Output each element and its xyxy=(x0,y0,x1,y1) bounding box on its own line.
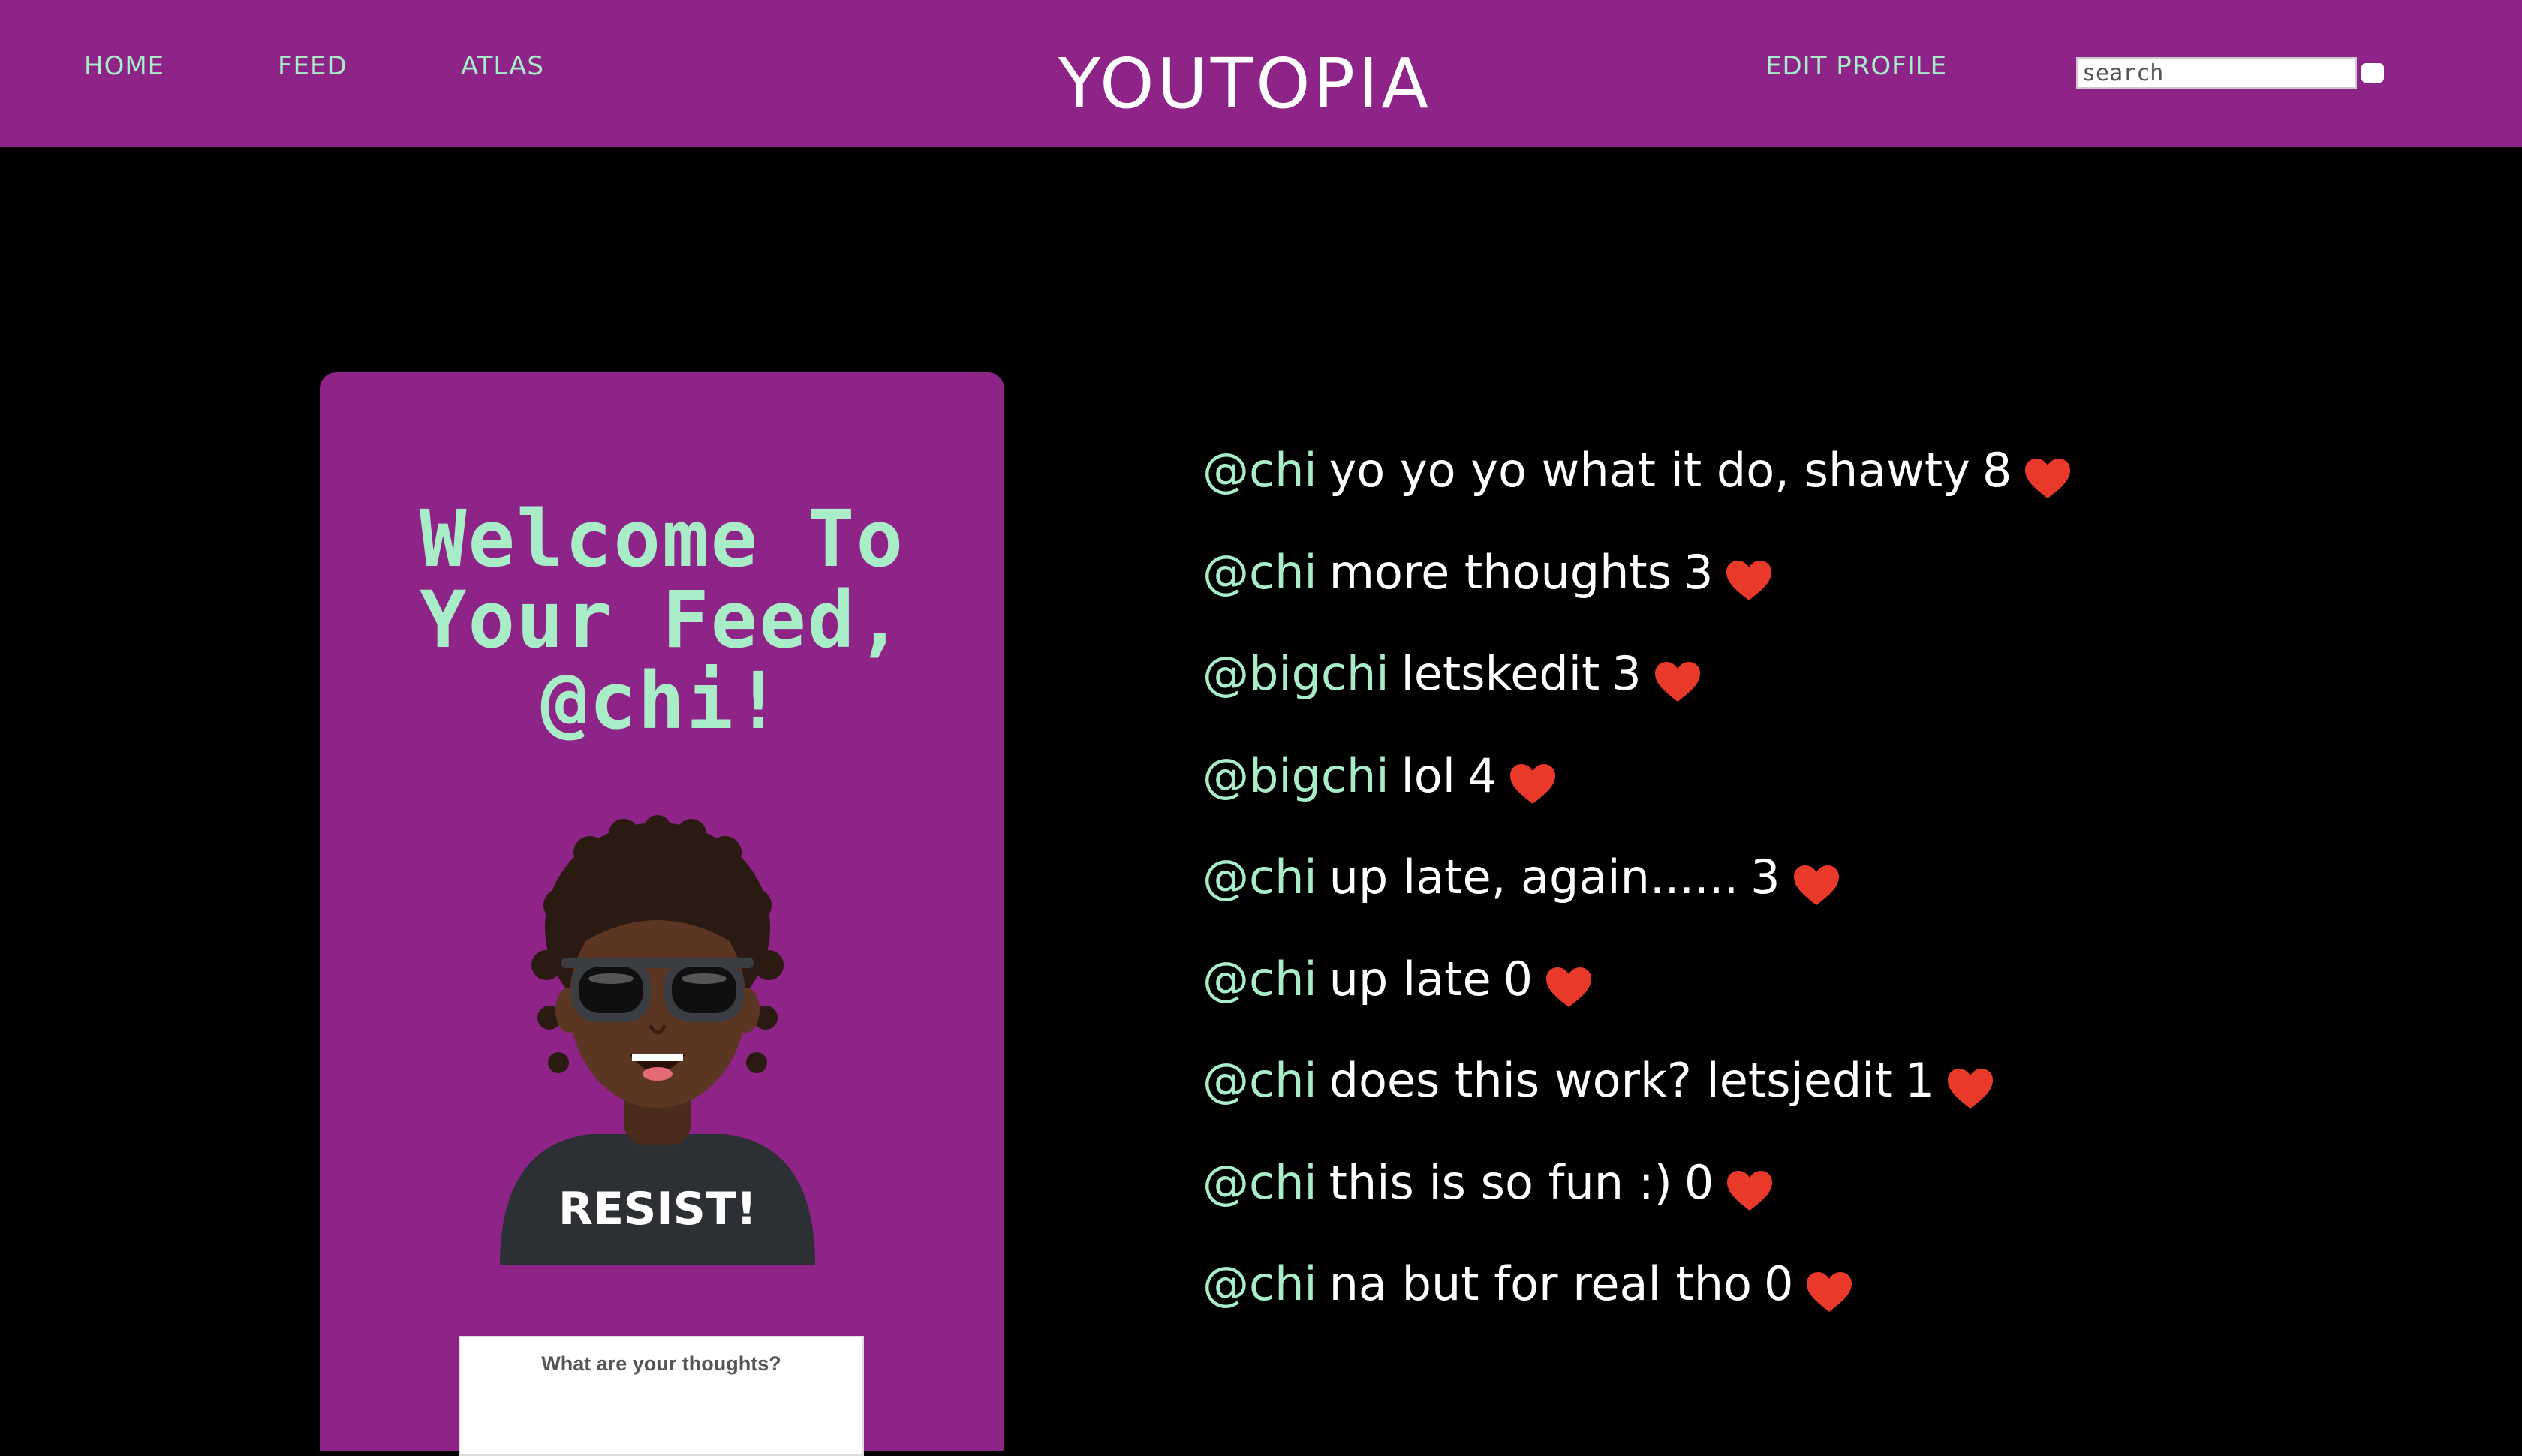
post-author-handle[interactable]: @bigchi xyxy=(1202,742,1389,810)
heart-icon[interactable] xyxy=(1509,756,1557,804)
welcome-line-2: Your Feed, xyxy=(419,574,905,666)
heart-icon[interactable] xyxy=(2024,450,2072,498)
post-like-count: 3 xyxy=(1750,850,1780,904)
thoughts-input[interactable] xyxy=(459,1336,864,1456)
feed-post: @chi na but for real tho 0 xyxy=(1202,1250,2253,1352)
welcome-heading: Welcome To Your Feed, @chi! xyxy=(320,498,1004,742)
post-like-count: 3 xyxy=(1612,646,1642,701)
welcome-line-1: Welcome To xyxy=(419,493,905,585)
post-author-handle[interactable]: @chi xyxy=(1202,946,1317,1013)
welcome-panel: Welcome To Your Feed, @chi! RESIST! What… xyxy=(320,372,1004,1456)
post-author-handle[interactable]: @chi xyxy=(1202,844,1317,911)
nav-edit-profile-link[interactable]: EDIT PROFILE xyxy=(1765,51,1947,81)
post-author-handle[interactable]: @chi xyxy=(1202,539,1317,606)
heart-icon[interactable] xyxy=(1792,857,1840,905)
post-author-handle[interactable]: @chi xyxy=(1202,1047,1317,1115)
heart-icon[interactable] xyxy=(1726,1163,1774,1211)
post-like-count: 4 xyxy=(1467,748,1497,803)
heart-icon[interactable] xyxy=(1725,552,1773,600)
feed-list: @chi yo yo yo what it do, shawty 8 @chi more… xyxy=(1202,437,2253,1352)
post-like-count: 8 xyxy=(1982,443,2012,498)
post-text: more thoughts xyxy=(1329,544,1672,600)
heart-icon[interactable] xyxy=(1805,1264,1853,1312)
feed-post: @chi up late 0 xyxy=(1202,946,2253,1048)
feed-post: @bigchi letskedit 3 xyxy=(1202,640,2253,742)
post-like-count: 0 xyxy=(1763,1256,1794,1311)
post-author-handle[interactable]: @chi xyxy=(1202,1149,1317,1217)
brand-logo: YOUTOPIA xyxy=(1058,44,1432,124)
top-nav-bar: HOME FEED ATLAS YOUTOPIA EDIT PROFILE xyxy=(0,0,2522,147)
post-author-handle[interactable]: @chi xyxy=(1202,437,1317,504)
post-text: lol xyxy=(1401,748,1455,803)
feed-post: @bigchi lol 4 xyxy=(1202,742,2253,844)
post-author-handle[interactable]: @chi xyxy=(1202,1250,1317,1318)
feed-post: @chi more thoughts 3 xyxy=(1202,539,2253,641)
nav-home-link[interactable]: HOME xyxy=(84,51,164,81)
post-like-count: 3 xyxy=(1684,544,1714,600)
heart-icon[interactable] xyxy=(1654,654,1702,702)
post-text: does this work? letsjedit xyxy=(1329,1053,1893,1108)
post-text: up late xyxy=(1329,951,1491,1006)
feed-post: @chi this is so fun :) 0 xyxy=(1202,1149,2253,1251)
post-text: up late, again...... xyxy=(1329,850,1739,904)
avatar-shirt-text: RESIST! xyxy=(558,1183,757,1235)
feed-post: @chi up late, again...... 3 xyxy=(1202,844,2253,946)
feed-post: @chi yo yo yo what it do, shawty 8 xyxy=(1202,437,2253,539)
post-like-count: 0 xyxy=(1503,951,1533,1006)
nav-feed-link[interactable]: FEED xyxy=(278,51,348,81)
nav-atlas-link[interactable]: ATLAS xyxy=(461,51,544,81)
search-input[interactable] xyxy=(2076,57,2357,89)
post-text: na but for real tho xyxy=(1329,1256,1752,1311)
post-author-handle[interactable]: @bigchi xyxy=(1202,640,1389,708)
feed-post: @chi does this work? letsjedit 1 xyxy=(1202,1047,2253,1149)
post-like-count: 0 xyxy=(1684,1154,1714,1210)
welcome-line-3: @chi! xyxy=(540,655,784,747)
post-text: letskedit xyxy=(1401,646,1600,701)
user-avatar: RESIST! xyxy=(500,815,815,1265)
heart-icon[interactable] xyxy=(1946,1060,1994,1109)
heart-icon[interactable] xyxy=(1545,959,1593,1007)
post-text: this is so fun :) xyxy=(1329,1154,1672,1210)
post-text: yo yo yo what it do, shawty xyxy=(1329,443,1970,498)
post-like-count: 1 xyxy=(1904,1053,1935,1108)
search-submit-button[interactable] xyxy=(2361,63,2384,83)
